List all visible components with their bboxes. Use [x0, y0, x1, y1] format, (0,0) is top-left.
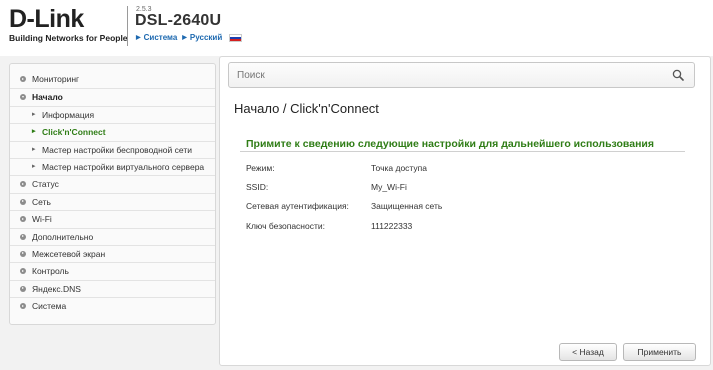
section-divider	[240, 151, 685, 152]
sidebar-subitem-information[interactable]: ▸ Информация	[10, 105, 215, 123]
arrow-right-icon: ▸	[32, 128, 36, 136]
device-model: DSL-2640U	[135, 12, 222, 29]
setting-value: My_Wi-Fi	[371, 182, 407, 192]
expand-icon	[20, 198, 26, 205]
sidebar-item-label: Click'n'Connect	[42, 127, 106, 138]
sidebar-menu: Мониторинг Начало ▸ Информация ▸ Click'n'C…	[9, 63, 216, 325]
sidebar-item-control[interactable]: Контроль	[10, 262, 215, 279]
arrow-right-icon: ▶	[182, 35, 187, 41]
search-icon[interactable]	[672, 69, 684, 81]
sidebar-item-label: Дополнительно	[32, 231, 94, 242]
setting-value: 111222333	[371, 221, 413, 231]
sidebar-item-status[interactable]: Статус	[10, 175, 215, 192]
sidebar-item-start[interactable]: Начало	[10, 88, 215, 105]
expand-icon	[20, 250, 26, 257]
sidebar-item-firewall[interactable]: Межсетевой экран	[10, 244, 215, 262]
collapse-icon	[20, 94, 26, 101]
breadcrumb: Начало / Click'n'Connect	[234, 101, 379, 116]
setting-value: Точка доступа	[371, 163, 427, 173]
language-link[interactable]: Русский	[190, 33, 222, 42]
search-input[interactable]	[237, 67, 657, 83]
expand-icon	[20, 216, 26, 223]
apply-button[interactable]: Применить	[623, 343, 696, 361]
setting-label: Режим:	[246, 163, 275, 173]
system-link[interactable]: Система	[144, 33, 178, 42]
arrow-right-icon: ▸	[32, 162, 36, 170]
sidebar-item-label: Система	[32, 301, 67, 312]
header: D-Link Building Networks for People 2.5.…	[0, 0, 713, 56]
setting-label: SSID:	[246, 182, 269, 192]
main-panel: Начало / Click'n'Connect Примите к сведе…	[219, 56, 711, 366]
setting-value: Защищенная сеть	[371, 201, 443, 211]
sidebar-item-network[interactable]: Сеть	[10, 192, 215, 210]
sidebar-item-monitoring[interactable]: Мониторинг	[10, 71, 215, 88]
sidebar-item-label: Wi-Fi	[32, 214, 52, 225]
sidebar-item-label: Сеть	[32, 196, 51, 207]
sidebar-item-label: Статус	[32, 179, 59, 190]
expand-icon	[20, 233, 26, 240]
sidebar-subitem-clickn-connect[interactable]: ▸ Click'n'Connect	[10, 123, 215, 140]
back-button[interactable]: < Назад	[559, 343, 617, 361]
sidebar-item-label: Информация	[42, 109, 95, 120]
sidebar-item-yandex-dns[interactable]: Яндекс.DNS	[10, 279, 215, 297]
sidebar-item-label: Мониторинг	[32, 74, 80, 84]
expand-icon	[20, 181, 26, 188]
sidebar-subitem-virtual-server-wizard[interactable]: ▸ Мастер настройки виртуального сервера	[10, 157, 215, 175]
sidebar-item-label: Начало	[32, 92, 63, 103]
sidebar-item-advanced[interactable]: Дополнительно	[10, 227, 215, 245]
sidebar-item-system[interactable]: Система	[10, 297, 215, 314]
setting-label: Ключ безопасности:	[246, 221, 325, 231]
arrow-right-icon: ▶	[136, 35, 141, 41]
logo-tagline: Building Networks for People	[9, 33, 128, 43]
sidebar-item-label: Контроль	[32, 266, 69, 277]
section-title: Примите к сведению следующие настройки д…	[246, 138, 655, 150]
dlink-logo[interactable]: D-Link Building Networks for People	[9, 5, 128, 48]
expand-icon	[20, 303, 26, 310]
sidebar-item-wifi[interactable]: Wi-Fi	[10, 210, 215, 227]
search-box	[228, 62, 695, 88]
logo-wordmark: D-Link	[9, 5, 84, 33]
sidebar-item-label: Мастер настройки беспроводной сети	[42, 144, 192, 155]
setting-label: Сетевая аутентификация:	[246, 201, 349, 211]
sidebar-item-label: Межсетевой экран	[32, 248, 106, 259]
expand-icon	[20, 76, 26, 82]
arrow-right-icon: ▸	[32, 110, 36, 118]
header-divider	[127, 6, 128, 46]
sidebar-subitem-wireless-wizard[interactable]: ▸ Мастер настройки беспроводной сети	[10, 140, 215, 158]
header-links: ▶ Система ▶ Русский	[136, 33, 243, 42]
sidebar-item-label: Мастер настройки виртуального сервера	[42, 161, 205, 172]
expand-icon	[20, 268, 26, 275]
expand-icon	[20, 285, 26, 292]
arrow-right-icon: ▸	[32, 145, 36, 153]
sidebar-item-label: Яндекс.DNS	[32, 283, 81, 294]
russian-flag-icon[interactable]	[229, 33, 243, 42]
